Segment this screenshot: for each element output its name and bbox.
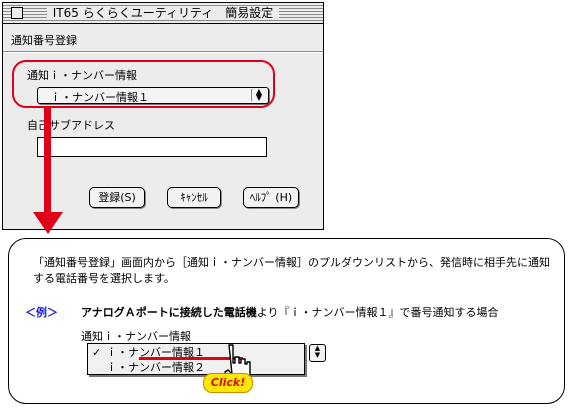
popup-arrows-icon[interactable]: ▲ ▼ bbox=[309, 344, 326, 362]
checkmark-icon: ✓ bbox=[92, 346, 102, 359]
cancel-button[interactable]: ｷｬﾝｾﾙ bbox=[167, 187, 221, 208]
register-button[interactable]: 登録(S) bbox=[89, 187, 145, 208]
menu-item-number-2[interactable]: ｉ・ナンバー情報２ bbox=[88, 360, 304, 375]
divider bbox=[3, 51, 323, 53]
window-titlebar[interactable]: IT65 らくらくユーティリティ 簡易設定 bbox=[3, 3, 323, 24]
help-button[interactable]: ﾍﾙﾌﾟ (H) bbox=[243, 187, 299, 208]
arrow-stem bbox=[44, 106, 51, 214]
example-notify-label: 通知ｉ・ナンバー情報 bbox=[81, 330, 191, 343]
highlight-oval bbox=[12, 60, 275, 108]
description-text: 「通知番号登録」画面内から［通知ｉ・ナンバー情報］のプルダウンリストから、発信時… bbox=[33, 256, 550, 285]
section-heading: 通知番号登録 bbox=[11, 34, 77, 47]
sub-address-field[interactable] bbox=[37, 137, 267, 157]
menu-item-label: ｉ・ナンバー情報２ bbox=[106, 361, 205, 374]
sub-address-label: 自己サブアドレス bbox=[27, 119, 115, 132]
explanation-panel: 「通知番号登録」画面内から［通知ｉ・ナンバー情報］のプルダウンリストから、発信時… bbox=[8, 238, 565, 404]
arrow-down-icon bbox=[33, 212, 63, 234]
example-tag: ＜例＞ bbox=[25, 306, 58, 319]
example-device: アナログＡポートに接続した電話機 bbox=[81, 306, 257, 319]
example-rest: より『ｉ・ナンバー情報１』で番号通知する場合 bbox=[256, 306, 499, 319]
example-text: アナログＡポートに接続した電話機より『ｉ・ナンバー情報１』で番号通知する場合 bbox=[81, 304, 499, 320]
window-title: IT65 らくらくユーティリティ 簡易設定 bbox=[3, 6, 323, 20]
click-badge: Click! bbox=[203, 373, 253, 393]
